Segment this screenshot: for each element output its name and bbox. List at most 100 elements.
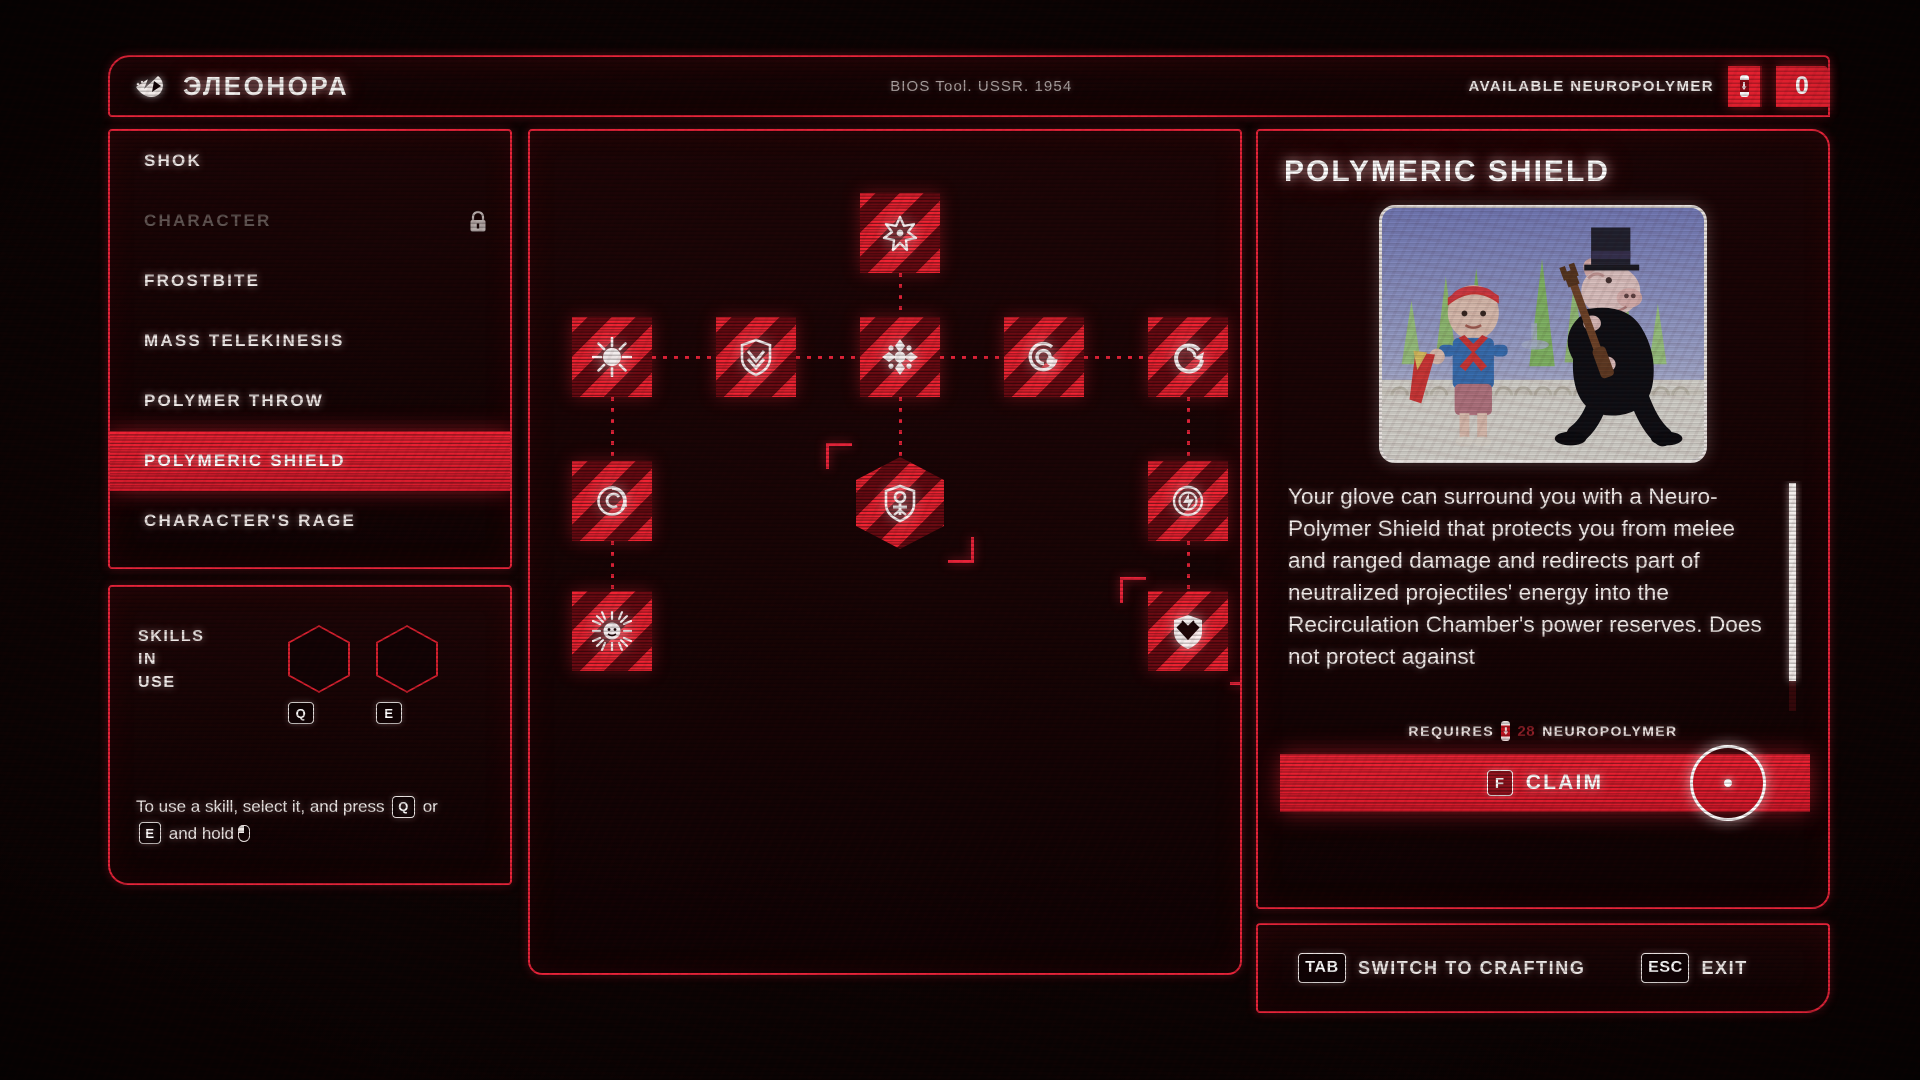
slot-key-q: Q — [288, 702, 314, 724]
skill-tree-link — [796, 355, 860, 359]
skill-node-snowflake-star[interactable] — [860, 193, 940, 273]
skill-tree-link — [1084, 355, 1148, 359]
requires-label: REQUIRES — [1408, 723, 1495, 739]
sidebar-item-label: MASS TELEKINESIS — [144, 331, 345, 350]
neuropolymer-label: AVAILABLE NEUROPOLYMER — [1468, 77, 1714, 95]
sidebar-item-polymer-throw[interactable]: POLYMER THROW — [110, 371, 510, 431]
sidebar-item-label: POLYMERIC SHIELD — [144, 451, 346, 470]
skill-tree-link — [1186, 397, 1190, 461]
hint-part-3: and hold — [168, 823, 234, 843]
skill-node-vortex-ring[interactable] — [572, 461, 652, 541]
header-subtitle: BIOS Tool. USSR. 1954 — [890, 77, 1073, 95]
neuropolymer-counter: AVAILABLE NEUROPOLYMER 0 — [1468, 57, 1828, 115]
header-bar: ЭЛЕОНОРА BIOS Tool. USSR. 1954 AVAILABLE… — [108, 55, 1830, 117]
claim-button[interactable]: F CLAIM — [1280, 745, 1810, 821]
caption-line-2: IN — [138, 651, 158, 669]
footer-label-crafting: SWITCH TO CRAFTING — [1358, 957, 1586, 978]
sidebar-item-character[interactable]: CHARACTER — [110, 191, 510, 251]
selection-bracket-top-left — [826, 443, 852, 469]
skill-tree-link — [940, 355, 1004, 359]
description-scrollbar-thumb[interactable] — [1789, 483, 1796, 681]
hint-part-1: To use a skill, select it, and press — [136, 797, 385, 817]
eleonora-glove-logo-icon — [134, 73, 168, 99]
skill-description-wrap: Your glove can surround you with a Neuro… — [1288, 481, 1802, 713]
focus-bracket-top-left — [1120, 577, 1146, 603]
sidebar-item-shok[interactable]: SHOK — [110, 131, 510, 191]
hint-part-2: or — [422, 797, 438, 817]
polymer-cluster-icon — [880, 337, 920, 377]
skill-node-polymer-cluster[interactable] — [860, 317, 940, 397]
footer-exit[interactable]: ESC EXIT — [1641, 953, 1747, 983]
skill-detail-title: POLYMERIC SHIELD — [1284, 155, 1610, 188]
hint-key-e: E — [139, 822, 161, 845]
padlock-icon — [468, 210, 488, 233]
hex-slot-shape — [376, 625, 438, 693]
skill-list-panel: SHOK CHARACTER FROSTBITE MASS TELEKINESIS PO… — [108, 129, 512, 569]
skill-tree-link — [898, 397, 902, 457]
requires-unit: NEUROPOLYMER — [1542, 723, 1678, 739]
soviet-cartoon-preview-image — [1379, 205, 1707, 463]
sidebar-item-character-s-rage[interactable]: CHARACTER'S RAGE — [110, 491, 510, 551]
radiant-sun-icon — [592, 611, 632, 651]
requires-row: REQUIRES 28 NEUROPOLYMER — [1280, 721, 1806, 741]
footer-key-esc: ESC — [1641, 953, 1690, 983]
polymeric-shield-icon — [880, 483, 920, 523]
skill-node-polymeric-shield[interactable] — [856, 457, 944, 549]
skill-tree-link — [1186, 541, 1190, 591]
skill-node-shield-chevron[interactable] — [716, 317, 796, 397]
footer-key-tab: TAB — [1298, 953, 1346, 983]
hex-slot-shape — [288, 625, 350, 693]
sidebar-item-mass-telekinesis[interactable]: MASS TELEKINESIS — [110, 311, 510, 371]
skill-node-recirculation[interactable] — [1148, 317, 1228, 397]
sidebar-item-label: CHARACTER — [144, 211, 272, 230]
app-title: ЭЛЕОНОРА — [183, 70, 350, 101]
mouse-left-button-icon — [237, 824, 250, 842]
sidebar-item-label: FROSTBITE — [144, 271, 261, 290]
skill-description: Your glove can surround you with a Neuro… — [1288, 484, 1762, 669]
skill-node-energy-core[interactable] — [1148, 461, 1228, 541]
sidebar-item-label: SHOK — [144, 151, 202, 170]
slot-key-e: E — [376, 702, 402, 724]
skill-slot-e[interactable]: E — [376, 625, 442, 724]
neuropolymer-count: 0 — [1776, 65, 1828, 107]
shield-heart-icon — [1168, 611, 1208, 651]
skill-tree-link — [898, 273, 902, 317]
claim-label: CLAIM — [1525, 771, 1604, 794]
footer-label-exit: EXIT — [1701, 957, 1748, 978]
skills-in-use-panel: SKILLS IN USE Q E To use a skill, select… — [108, 585, 512, 885]
footer-switch-to-crafting[interactable]: TAB SWITCH TO CRAFTING — [1298, 953, 1585, 983]
sidebar-item-polymeric-shield[interactable]: POLYMERIC SHIELD — [110, 431, 510, 491]
footer-bar: TAB SWITCH TO CRAFTING ESC EXIT — [1256, 923, 1830, 1013]
neuropolymer-vial-icon — [1728, 65, 1762, 107]
skill-node-shield-heart[interactable] — [1148, 591, 1228, 671]
vortex-ring-icon — [592, 481, 632, 521]
selection-bracket-bottom-right — [948, 537, 974, 563]
claim-key: F — [1486, 770, 1513, 796]
neuropolymer-vial-icon — [1501, 721, 1511, 741]
skill-list: SHOK CHARACTER FROSTBITE MASS TELEKINESIS PO… — [110, 131, 510, 551]
skills-in-use-hint: To use a skill, select it, and press Q o… — [136, 794, 466, 847]
skills-in-use-top: SKILLS IN USE Q E — [110, 587, 510, 737]
sidebar-item-label: POLYMER THROW — [144, 391, 325, 410]
hint-key-q: Q — [392, 795, 415, 818]
sidebar-item-frostbite[interactable]: FROSTBITE — [110, 251, 510, 311]
skill-tree-link — [652, 355, 716, 359]
skill-node-radiant-sun[interactable] — [572, 591, 652, 671]
shield-chevron-icon — [736, 337, 776, 377]
skills-in-use-caption: SKILLS IN USE — [138, 625, 288, 695]
hold-progress-cursor-icon — [1690, 745, 1766, 821]
game-screen: ЭЛЕОНОРА BIOS Tool. USSR. 1954 AVAILABLE… — [0, 0, 1920, 1080]
skill-detail-panel: POLYMERIC SHIELD Your glove can surround… — [1256, 129, 1830, 909]
skill-tree-panel — [528, 129, 1242, 975]
caption-line-1: SKILLS — [138, 628, 205, 645]
skill-node-sunburst[interactable] — [572, 317, 652, 397]
skill-tree-link — [610, 397, 614, 461]
header-brand: ЭЛЕОНОРА — [134, 71, 554, 102]
requires-amount: 28 — [1517, 722, 1536, 740]
focus-bracket-bottom-right — [1230, 659, 1240, 685]
sidebar-item-label: CHARACTER'S RAGE — [144, 511, 357, 530]
skill-slot-q[interactable]: Q — [288, 625, 354, 724]
sunburst-icon — [592, 337, 632, 377]
skill-node-spiral-swirl[interactable] — [1004, 317, 1084, 397]
skill-tree-link — [610, 541, 614, 591]
